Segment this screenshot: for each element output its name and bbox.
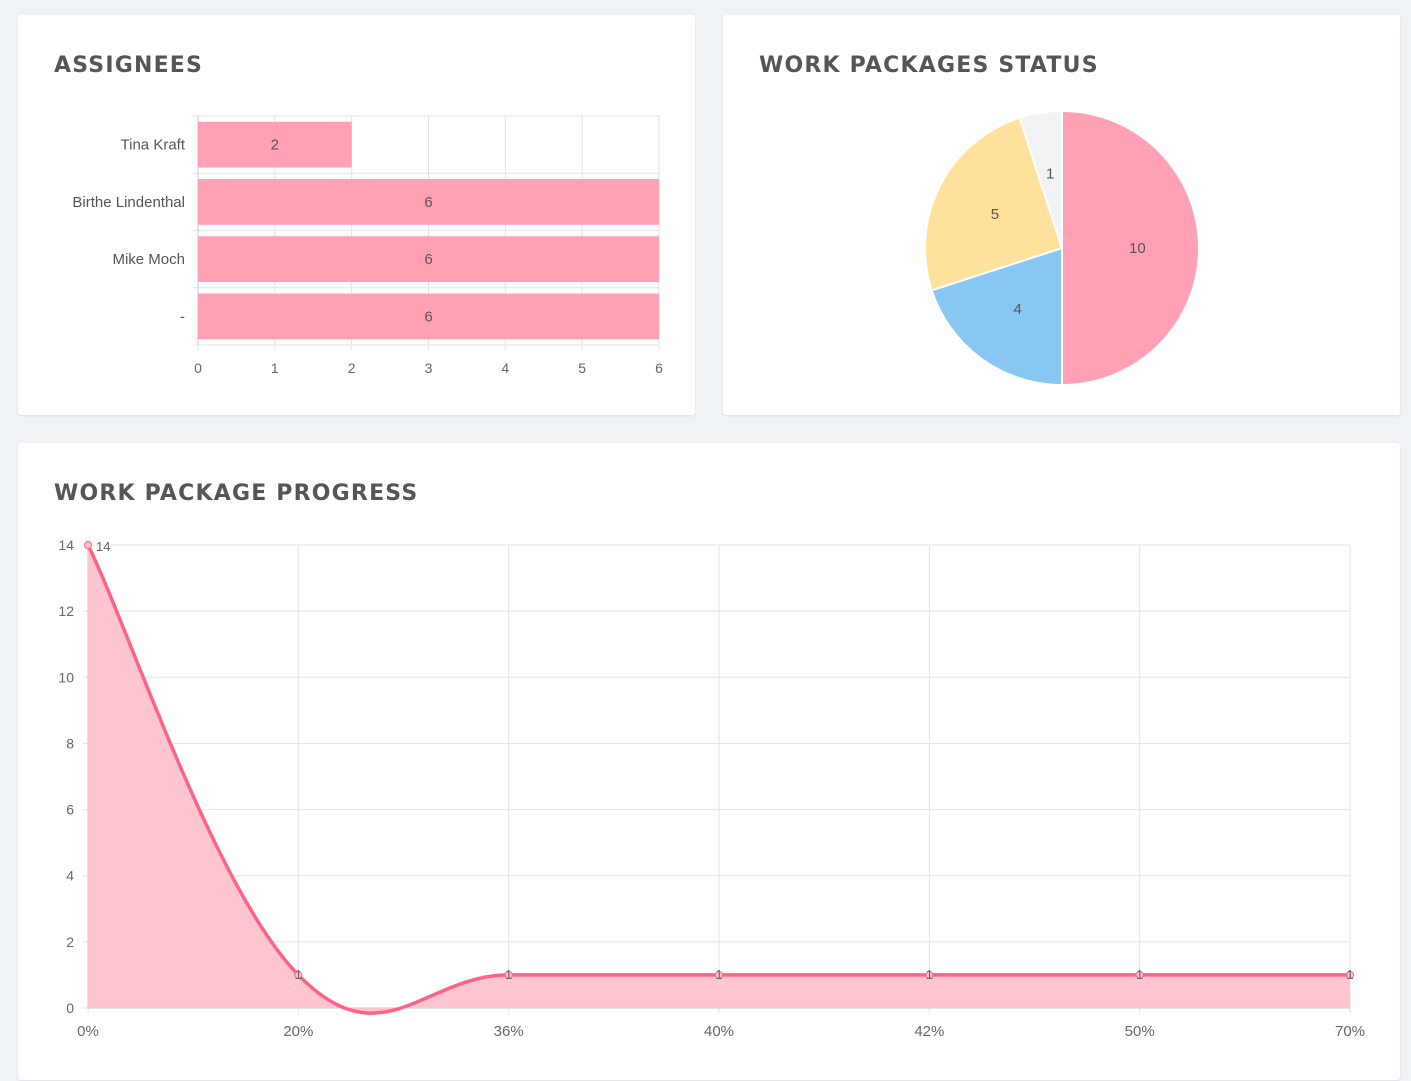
- pie-slice-label: 1: [1046, 166, 1054, 183]
- y-tick-label: 12: [58, 603, 74, 619]
- y-tick-label: 14: [58, 537, 74, 553]
- pie-slice-label: 10: [1129, 240, 1146, 257]
- category-label: Birthe Lindenthal: [72, 194, 185, 211]
- bar-value-label: 6: [424, 308, 432, 325]
- assignees-chart: 0 1 2 3 4 5 6 2 Tina Kraft 6 Birthe Lindenthal 6 Mik…: [72, 115, 663, 376]
- category-label: Mike Moch: [112, 251, 185, 268]
- y-tick-label: 10: [58, 669, 74, 685]
- bar-value-label: 6: [424, 251, 432, 268]
- work-packages-status-chart: 10 4 5 1: [924, 109, 1200, 387]
- x-tick-label: 40%: [704, 1023, 734, 1040]
- data-point-label: 1: [1346, 967, 1353, 982]
- data-point-label: 1: [505, 967, 512, 982]
- y-tick-label: 8: [66, 735, 74, 751]
- x-tick-label: 70%: [1335, 1023, 1365, 1040]
- x-tick-label: 0: [194, 360, 202, 376]
- pie-slice-label: 5: [991, 206, 999, 223]
- x-tick-label: 6: [655, 360, 663, 376]
- work-packages-status-card: WORK PACKAGES STATUS 10 4 5 1: [723, 15, 1400, 415]
- x-tick-label: 3: [425, 360, 433, 376]
- data-point-label: 1: [295, 967, 302, 982]
- x-tick-label: 4: [501, 360, 509, 376]
- y-tick-label: 0: [66, 1000, 74, 1016]
- x-tick-label: 0%: [77, 1023, 99, 1040]
- y-tick-label: 2: [66, 934, 74, 950]
- x-tick-label: 36%: [494, 1023, 524, 1040]
- work-package-progress-chart: 0 2 4 6 8 10 12 14 0% 20% 36% 40% 42% 50% 70% 14 1 1 1 1 1 1: [58, 537, 1365, 1040]
- data-point-label: 1: [715, 967, 722, 982]
- category-label: Tina Kraft: [121, 137, 186, 154]
- pie-slice-label: 4: [1014, 301, 1022, 318]
- bar-value-label: 6: [424, 194, 432, 211]
- work-package-progress-card: WORK PACKAGE PROGRESS 0 2 4 6 8 10 12 14 0% 20% 36…: [18, 443, 1400, 1080]
- x-tick-label: 50%: [1125, 1023, 1155, 1040]
- data-point-label: 1: [1136, 967, 1143, 982]
- bar-value-label: 2: [271, 137, 279, 154]
- assignees-card: ASSIGNEES 0 1 2 3 4 5 6 2 Tina Kraft 6 Birthe Lind…: [18, 15, 695, 415]
- y-tick-label: 6: [66, 802, 74, 818]
- x-tick-label: 5: [578, 360, 586, 376]
- data-point-label: 1: [926, 967, 933, 982]
- category-label: -: [180, 308, 185, 325]
- x-tick-label: 2: [348, 360, 356, 376]
- y-tick-label: 4: [66, 868, 74, 884]
- x-tick-label: 20%: [283, 1023, 313, 1040]
- x-tick-label: 42%: [914, 1023, 944, 1040]
- x-tick-label: 1: [271, 360, 279, 376]
- data-point-label: 14: [96, 539, 110, 554]
- data-point: [84, 541, 92, 549]
